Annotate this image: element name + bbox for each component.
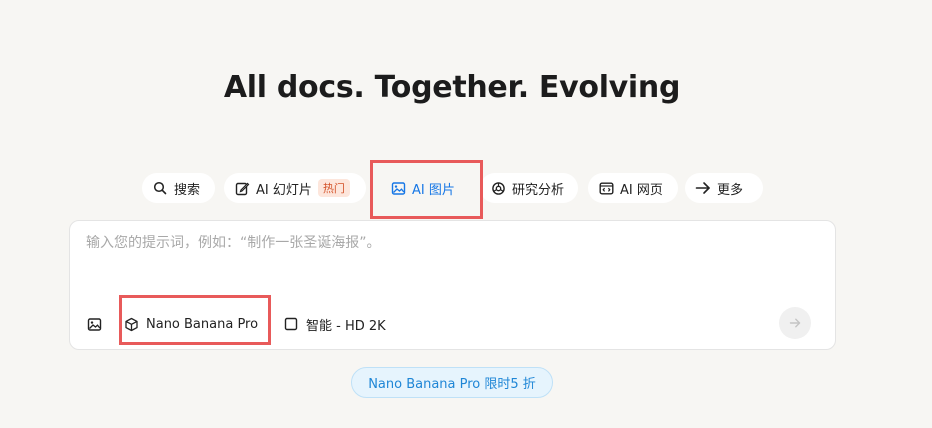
- tab-search[interactable]: 搜索: [142, 173, 215, 203]
- image-icon: [86, 316, 102, 332]
- promo-banner[interactable]: Nano Banana Pro 限时5 折: [351, 367, 553, 398]
- tab-more[interactable]: 更多: [685, 173, 763, 203]
- prompt-input[interactable]: [86, 235, 806, 251]
- quality-selector[interactable]: 智能 - HD 2K: [283, 309, 386, 339]
- page-title: All docs. Together. Evolving: [223, 70, 681, 105]
- composer-toolbar: Nano Banana Pro 智能 - HD 2K: [70, 309, 835, 339]
- page: All docs. Together. Evolving 搜索 AI 幻灯片 热…: [0, 0, 932, 428]
- hot-badge: 热门: [317, 179, 350, 197]
- arrow-right-icon: [695, 180, 711, 196]
- edit-slides-icon: [234, 180, 250, 196]
- tab-ai-slides[interactable]: AI 幻灯片 热门: [224, 173, 366, 203]
- image-icon: [390, 180, 406, 196]
- tab-label: 搜索: [174, 182, 201, 198]
- tab-ai-web[interactable]: AI 网页: [588, 173, 678, 203]
- tab-label: AI 幻灯片: [256, 182, 312, 198]
- image-upload-button[interactable]: [86, 309, 109, 339]
- tab-ai-image[interactable]: AI 图片: [380, 173, 472, 203]
- arrow-right-icon: [789, 317, 801, 329]
- prompt-composer: Nano Banana Pro 智能 - HD 2K: [69, 220, 836, 350]
- tab-label: AI 网页: [620, 182, 663, 198]
- web-code-icon: [598, 180, 614, 196]
- research-icon: [490, 180, 506, 196]
- tab-label: AI 图片: [412, 182, 455, 198]
- quality-label: 智能 - HD 2K: [306, 318, 386, 334]
- search-icon: [152, 180, 168, 196]
- tab-label: 研究分析: [512, 182, 565, 198]
- send-button[interactable]: [779, 307, 811, 339]
- tab-research[interactable]: 研究分析: [480, 173, 578, 203]
- cube-icon: [123, 316, 139, 332]
- model-selector[interactable]: Nano Banana Pro: [123, 309, 258, 339]
- square-icon: [283, 316, 299, 332]
- tab-label: 更多: [717, 182, 744, 198]
- model-label: Nano Banana Pro: [146, 316, 259, 332]
